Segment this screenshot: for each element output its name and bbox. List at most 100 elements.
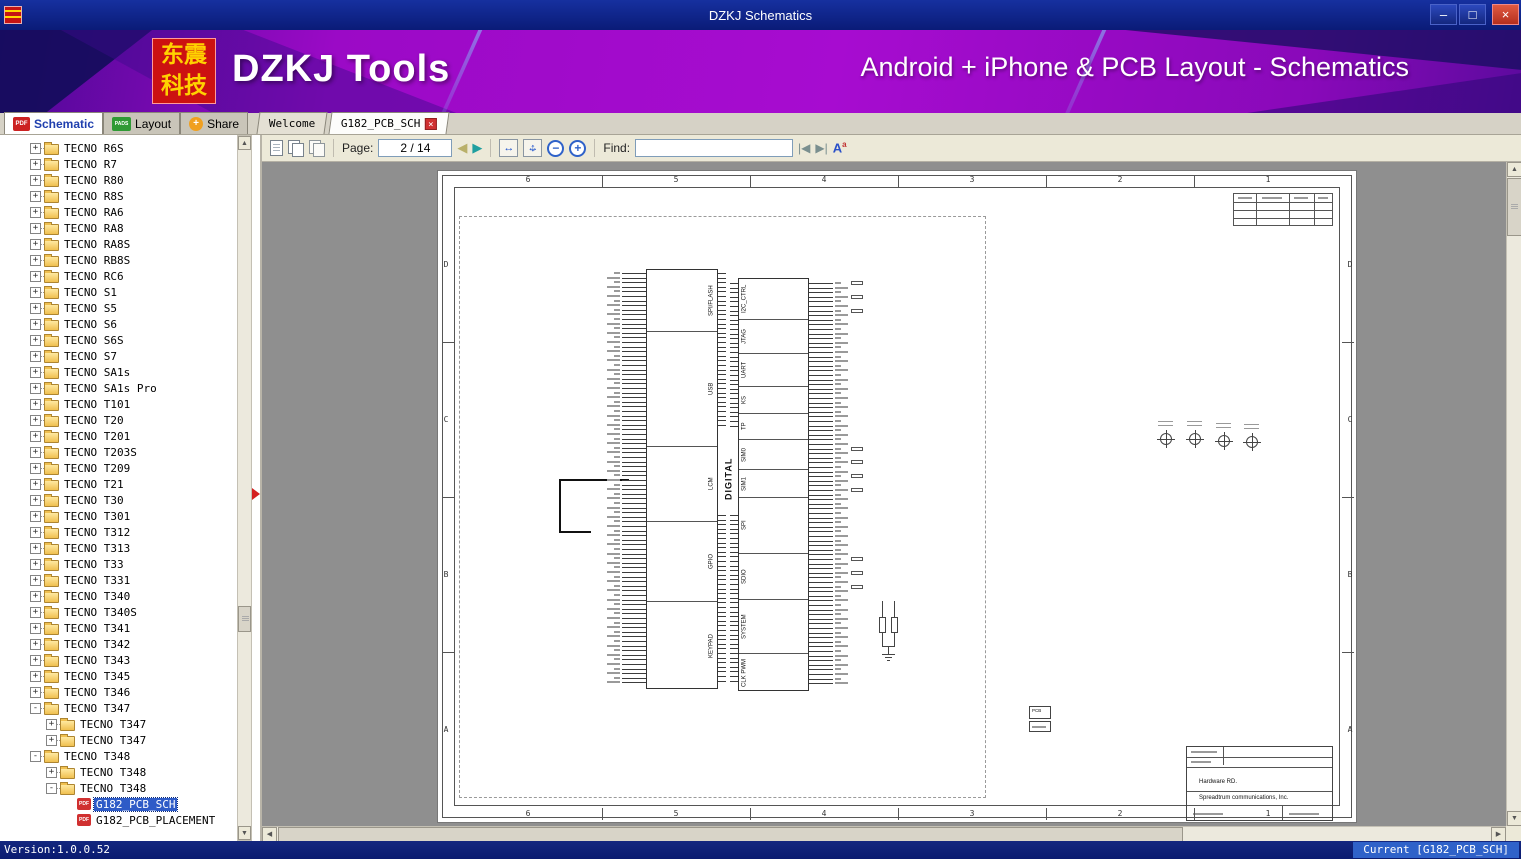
tree-item-label[interactable]: TECNO T347 bbox=[78, 734, 148, 747]
expand-icon[interactable]: + bbox=[30, 222, 46, 234]
tree-item-label[interactable]: TECNO T201 bbox=[62, 430, 132, 443]
tree-item-tecno-t301[interactable]: + TECNO T301 bbox=[0, 508, 236, 524]
schematic-canvas[interactable]: SPI/FLASH USB LCM GPIO KEYPAD I2C_CTRL JTAG UA… bbox=[262, 162, 1506, 826]
find-input[interactable] bbox=[635, 139, 794, 157]
zoom-in-icon[interactable]: + bbox=[569, 139, 587, 157]
tree-item-tecno-t347[interactable]: + TECNO T347 bbox=[0, 716, 236, 732]
expand-icon[interactable]: + bbox=[30, 542, 46, 554]
tree-item-tecno-t312[interactable]: + TECNO T312 bbox=[0, 524, 236, 540]
tree-item-label[interactable]: TECNO SA1s bbox=[62, 366, 132, 379]
scroll-up-icon[interactable]: ▲ bbox=[1507, 162, 1521, 177]
tree-item-tecno-ra8[interactable]: + TECNO RA8 bbox=[0, 220, 236, 236]
tree-item-tecno-t203s[interactable]: + TECNO T203S bbox=[0, 444, 236, 460]
tree-item-label[interactable]: TECNO T209 bbox=[62, 462, 132, 475]
tree-item-label[interactable]: TECNO T340 bbox=[62, 590, 132, 603]
tree-item-tecno-t313[interactable]: + TECNO T313 bbox=[0, 540, 236, 556]
maximize-button[interactable]: □ bbox=[1459, 4, 1486, 25]
continuous-pages-icon[interactable] bbox=[309, 140, 325, 157]
close-icon[interactable]: × bbox=[425, 117, 438, 130]
expand-icon[interactable]: + bbox=[30, 174, 46, 186]
expand-icon[interactable]: + bbox=[30, 670, 46, 682]
collapse-icon[interactable]: - bbox=[30, 702, 46, 714]
tree-item-label[interactable]: TECNO T347 bbox=[62, 702, 132, 715]
tree-item-label[interactable]: TECNO T101 bbox=[62, 398, 132, 411]
expand-icon[interactable]: + bbox=[30, 254, 46, 266]
expand-icon[interactable]: + bbox=[30, 302, 46, 314]
horizontal-scrollbar[interactable]: ◀ ▶ bbox=[262, 826, 1506, 842]
expand-icon[interactable]: + bbox=[30, 350, 46, 362]
tree-item-label[interactable]: TECNO T341 bbox=[62, 622, 132, 635]
tree-item-tecno-t347[interactable]: - TECNO T347 bbox=[0, 700, 236, 716]
tree-item-label[interactable]: TECNO T33 bbox=[62, 558, 126, 571]
scroll-up-icon[interactable]: ▲ bbox=[238, 136, 251, 150]
find-next-icon[interactable]: ▶| bbox=[815, 141, 827, 155]
expand-icon[interactable]: + bbox=[30, 270, 46, 282]
expand-icon[interactable]: + bbox=[30, 158, 46, 170]
tree-item-tecno-r8s[interactable]: + TECNO R8S bbox=[0, 188, 236, 204]
tree-item-label[interactable]: TECNO T347 bbox=[78, 718, 148, 731]
expand-icon[interactable]: + bbox=[46, 718, 62, 730]
tree-item-tecno-t348[interactable]: + TECNO T348 bbox=[0, 764, 236, 780]
fiducial-marker[interactable] bbox=[1215, 432, 1233, 450]
tree-item-label[interactable]: TECNO T331 bbox=[62, 574, 132, 587]
tree-item-label[interactable]: TECNO SA1s Pro bbox=[62, 382, 159, 395]
expand-icon[interactable]: + bbox=[30, 510, 46, 522]
tree-item-tecno-t331[interactable]: + TECNO T331 bbox=[0, 572, 236, 588]
expand-icon[interactable]: + bbox=[30, 622, 46, 634]
tree-item-tecno-sa1s-pro[interactable]: + TECNO SA1s Pro bbox=[0, 380, 236, 396]
next-page-icon[interactable]: ▶ bbox=[472, 139, 482, 157]
expand-icon[interactable]: + bbox=[30, 446, 46, 458]
tree-item-label[interactable]: TECNO S1 bbox=[62, 286, 119, 299]
tree-item-label[interactable]: TECNO T348 bbox=[62, 750, 132, 763]
tree-item-label[interactable]: TECNO T20 bbox=[62, 414, 126, 427]
tree-item-label[interactable]: TECNO RA6 bbox=[62, 206, 126, 219]
sidebar-scrollbar[interactable]: ▲ ▼ bbox=[237, 135, 252, 841]
tree-item-label[interactable]: TECNO R6S bbox=[62, 142, 126, 155]
tree-item-label[interactable]: TECNO T313 bbox=[62, 542, 132, 555]
expand-icon[interactable]: + bbox=[30, 494, 46, 506]
fiducial-marker[interactable] bbox=[1157, 430, 1175, 448]
facing-pages-icon[interactable] bbox=[288, 140, 304, 157]
tree-item-label[interactable]: TECNO RA8 bbox=[62, 222, 126, 235]
tree-item-tecno-s5[interactable]: + TECNO S5 bbox=[0, 300, 236, 316]
tab-layout[interactable]: PADS Layout bbox=[103, 112, 181, 134]
tree-item-tecno-sa1s[interactable]: + TECNO SA1s bbox=[0, 364, 236, 380]
previous-page-icon[interactable]: ◀ bbox=[457, 139, 467, 157]
tree-item-tecno-t101[interactable]: + TECNO T101 bbox=[0, 396, 236, 412]
tree-item-label[interactable]: TECNO T340S bbox=[62, 606, 139, 619]
tree-item-tecno-rb8s[interactable]: + TECNO RB8S bbox=[0, 252, 236, 268]
tree-item-label[interactable]: TECNO S6 bbox=[62, 318, 119, 331]
collapse-icon[interactable]: - bbox=[30, 750, 46, 762]
page-number-input[interactable] bbox=[378, 139, 453, 157]
tree-item-tecno-t30[interactable]: + TECNO T30 bbox=[0, 492, 236, 508]
expand-icon[interactable]: + bbox=[30, 654, 46, 666]
scroll-right-icon[interactable]: ▶ bbox=[1491, 827, 1506, 842]
tree-item-tecno-t340s[interactable]: + TECNO T340S bbox=[0, 604, 236, 620]
tree-item-label[interactable]: G182_PCB_PLACEMENT bbox=[94, 814, 217, 827]
scroll-down-icon[interactable]: ▼ bbox=[238, 826, 251, 840]
expand-icon[interactable]: + bbox=[30, 606, 46, 618]
tree-item-tecno-s1[interactable]: + TECNO S1 bbox=[0, 284, 236, 300]
tab-schematic[interactable]: PDF Schematic bbox=[4, 112, 104, 134]
single-page-icon[interactable] bbox=[270, 140, 283, 156]
fit-width-icon[interactable]: ↔ bbox=[499, 139, 519, 157]
zoom-out-icon[interactable]: − bbox=[547, 139, 565, 157]
tree-item-label[interactable]: TECNO S7 bbox=[62, 350, 119, 363]
expand-icon[interactable]: + bbox=[30, 382, 46, 394]
expand-icon[interactable]: + bbox=[30, 574, 46, 586]
expand-icon[interactable]: + bbox=[30, 638, 46, 650]
expand-icon[interactable]: + bbox=[30, 142, 46, 154]
scroll-down-icon[interactable]: ▼ bbox=[1507, 811, 1521, 826]
expand-icon[interactable]: + bbox=[30, 430, 46, 442]
expand-icon[interactable]: + bbox=[30, 366, 46, 378]
tree-item-tecno-t340[interactable]: + TECNO T340 bbox=[0, 588, 236, 604]
expand-icon[interactable]: + bbox=[30, 238, 46, 250]
tree-item-tecno-t348[interactable]: - TECNO T348 bbox=[0, 780, 236, 796]
tree-item-tecno-t343[interactable]: + TECNO T343 bbox=[0, 652, 236, 668]
tree-item-g182-pcb-placement[interactable]: PDF G182_PCB_PLACEMENT bbox=[0, 812, 236, 828]
tree-item-tecno-t341[interactable]: + TECNO T341 bbox=[0, 620, 236, 636]
tree-item-tecno-t346[interactable]: + TECNO T346 bbox=[0, 684, 236, 700]
tree-item-tecno-rc6[interactable]: + TECNO RC6 bbox=[0, 268, 236, 284]
fit-page-icon[interactable]: ↔ ↕ bbox=[523, 139, 543, 157]
tree-item-label[interactable]: TECNO T21 bbox=[62, 478, 126, 491]
